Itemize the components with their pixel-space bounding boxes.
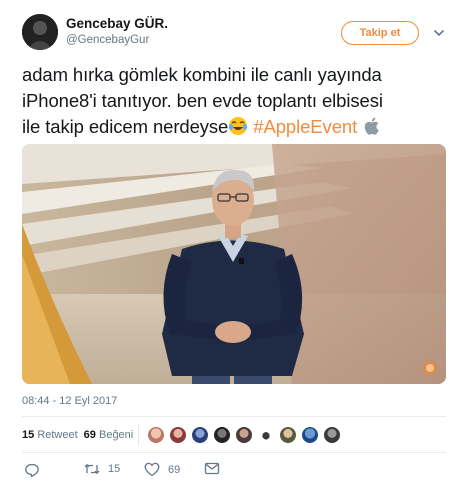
tweet-line-1: adam hırka gömlek kombini ile canlı yayı… bbox=[22, 64, 382, 85]
tweet-actions: 15 69 bbox=[22, 462, 322, 482]
user-handle[interactable]: @GencebayGur bbox=[66, 34, 149, 46]
reply-icon bbox=[25, 463, 39, 478]
follow-button[interactable]: Takip et bbox=[341, 21, 419, 45]
like-action-count: 69 bbox=[168, 463, 181, 476]
tweet-photo[interactable] bbox=[22, 144, 446, 384]
divider-top bbox=[22, 416, 446, 417]
like-count: 69 bbox=[83, 429, 96, 441]
like-stat[interactable]: 69 Beğeni bbox=[84, 429, 134, 441]
liker-avatar[interactable] bbox=[279, 426, 297, 444]
like-label: Beğeni bbox=[98, 429, 134, 441]
tweet-line-3-text: ile takip edicem nerdeyse bbox=[22, 116, 229, 137]
reply-button[interactable] bbox=[24, 462, 40, 478]
liker-avatar[interactable] bbox=[301, 426, 319, 444]
liker-avatar[interactable] bbox=[257, 426, 275, 444]
like-button[interactable]: 69 bbox=[144, 462, 180, 477]
liker-avatars bbox=[147, 426, 345, 444]
envelope-icon bbox=[204, 462, 220, 475]
tweet-text: adam hırka gömlek kombini ile canlı yayı… bbox=[22, 62, 452, 140]
liker-avatar[interactable] bbox=[323, 426, 341, 444]
tears-of-joy-emoji-icon bbox=[229, 117, 248, 135]
tweet-timestamp[interactable]: 08:44 - 12 Eyl 2017 bbox=[22, 395, 117, 407]
tweet-line-3: ile takip edicem nerdeyse #AppleEvent bbox=[22, 114, 452, 140]
retweet-icon bbox=[84, 463, 100, 475]
retweet-button[interactable]: 15 bbox=[84, 462, 120, 476]
retweet-stat[interactable]: 15 Retweet bbox=[22, 429, 78, 441]
liker-avatar[interactable] bbox=[191, 426, 209, 444]
tweet-line-2: iPhone8'i tanıtıyor. ben evde toplantı e… bbox=[22, 90, 383, 111]
message-button[interactable] bbox=[204, 462, 220, 475]
liker-avatar[interactable] bbox=[213, 426, 231, 444]
liker-avatar[interactable] bbox=[147, 426, 165, 444]
retweet-count: 15 bbox=[22, 429, 35, 441]
liker-avatar[interactable] bbox=[169, 426, 187, 444]
apple-logo-icon bbox=[364, 117, 379, 135]
hashtag-link[interactable]: #AppleEvent bbox=[253, 116, 357, 137]
display-name[interactable]: Gencebay GÜR. bbox=[66, 16, 168, 31]
retweet-action-count: 15 bbox=[108, 463, 121, 475]
divider-bottom bbox=[22, 452, 446, 453]
liker-avatar[interactable] bbox=[235, 426, 253, 444]
chevron-down-icon[interactable] bbox=[432, 26, 446, 40]
stats-separator bbox=[138, 424, 139, 446]
avatar[interactable] bbox=[22, 14, 58, 50]
heart-icon bbox=[144, 462, 160, 477]
retweet-label: Retweet bbox=[37, 429, 78, 441]
tweet-stats: 15 Retweet 69 Beğeni bbox=[22, 429, 133, 441]
